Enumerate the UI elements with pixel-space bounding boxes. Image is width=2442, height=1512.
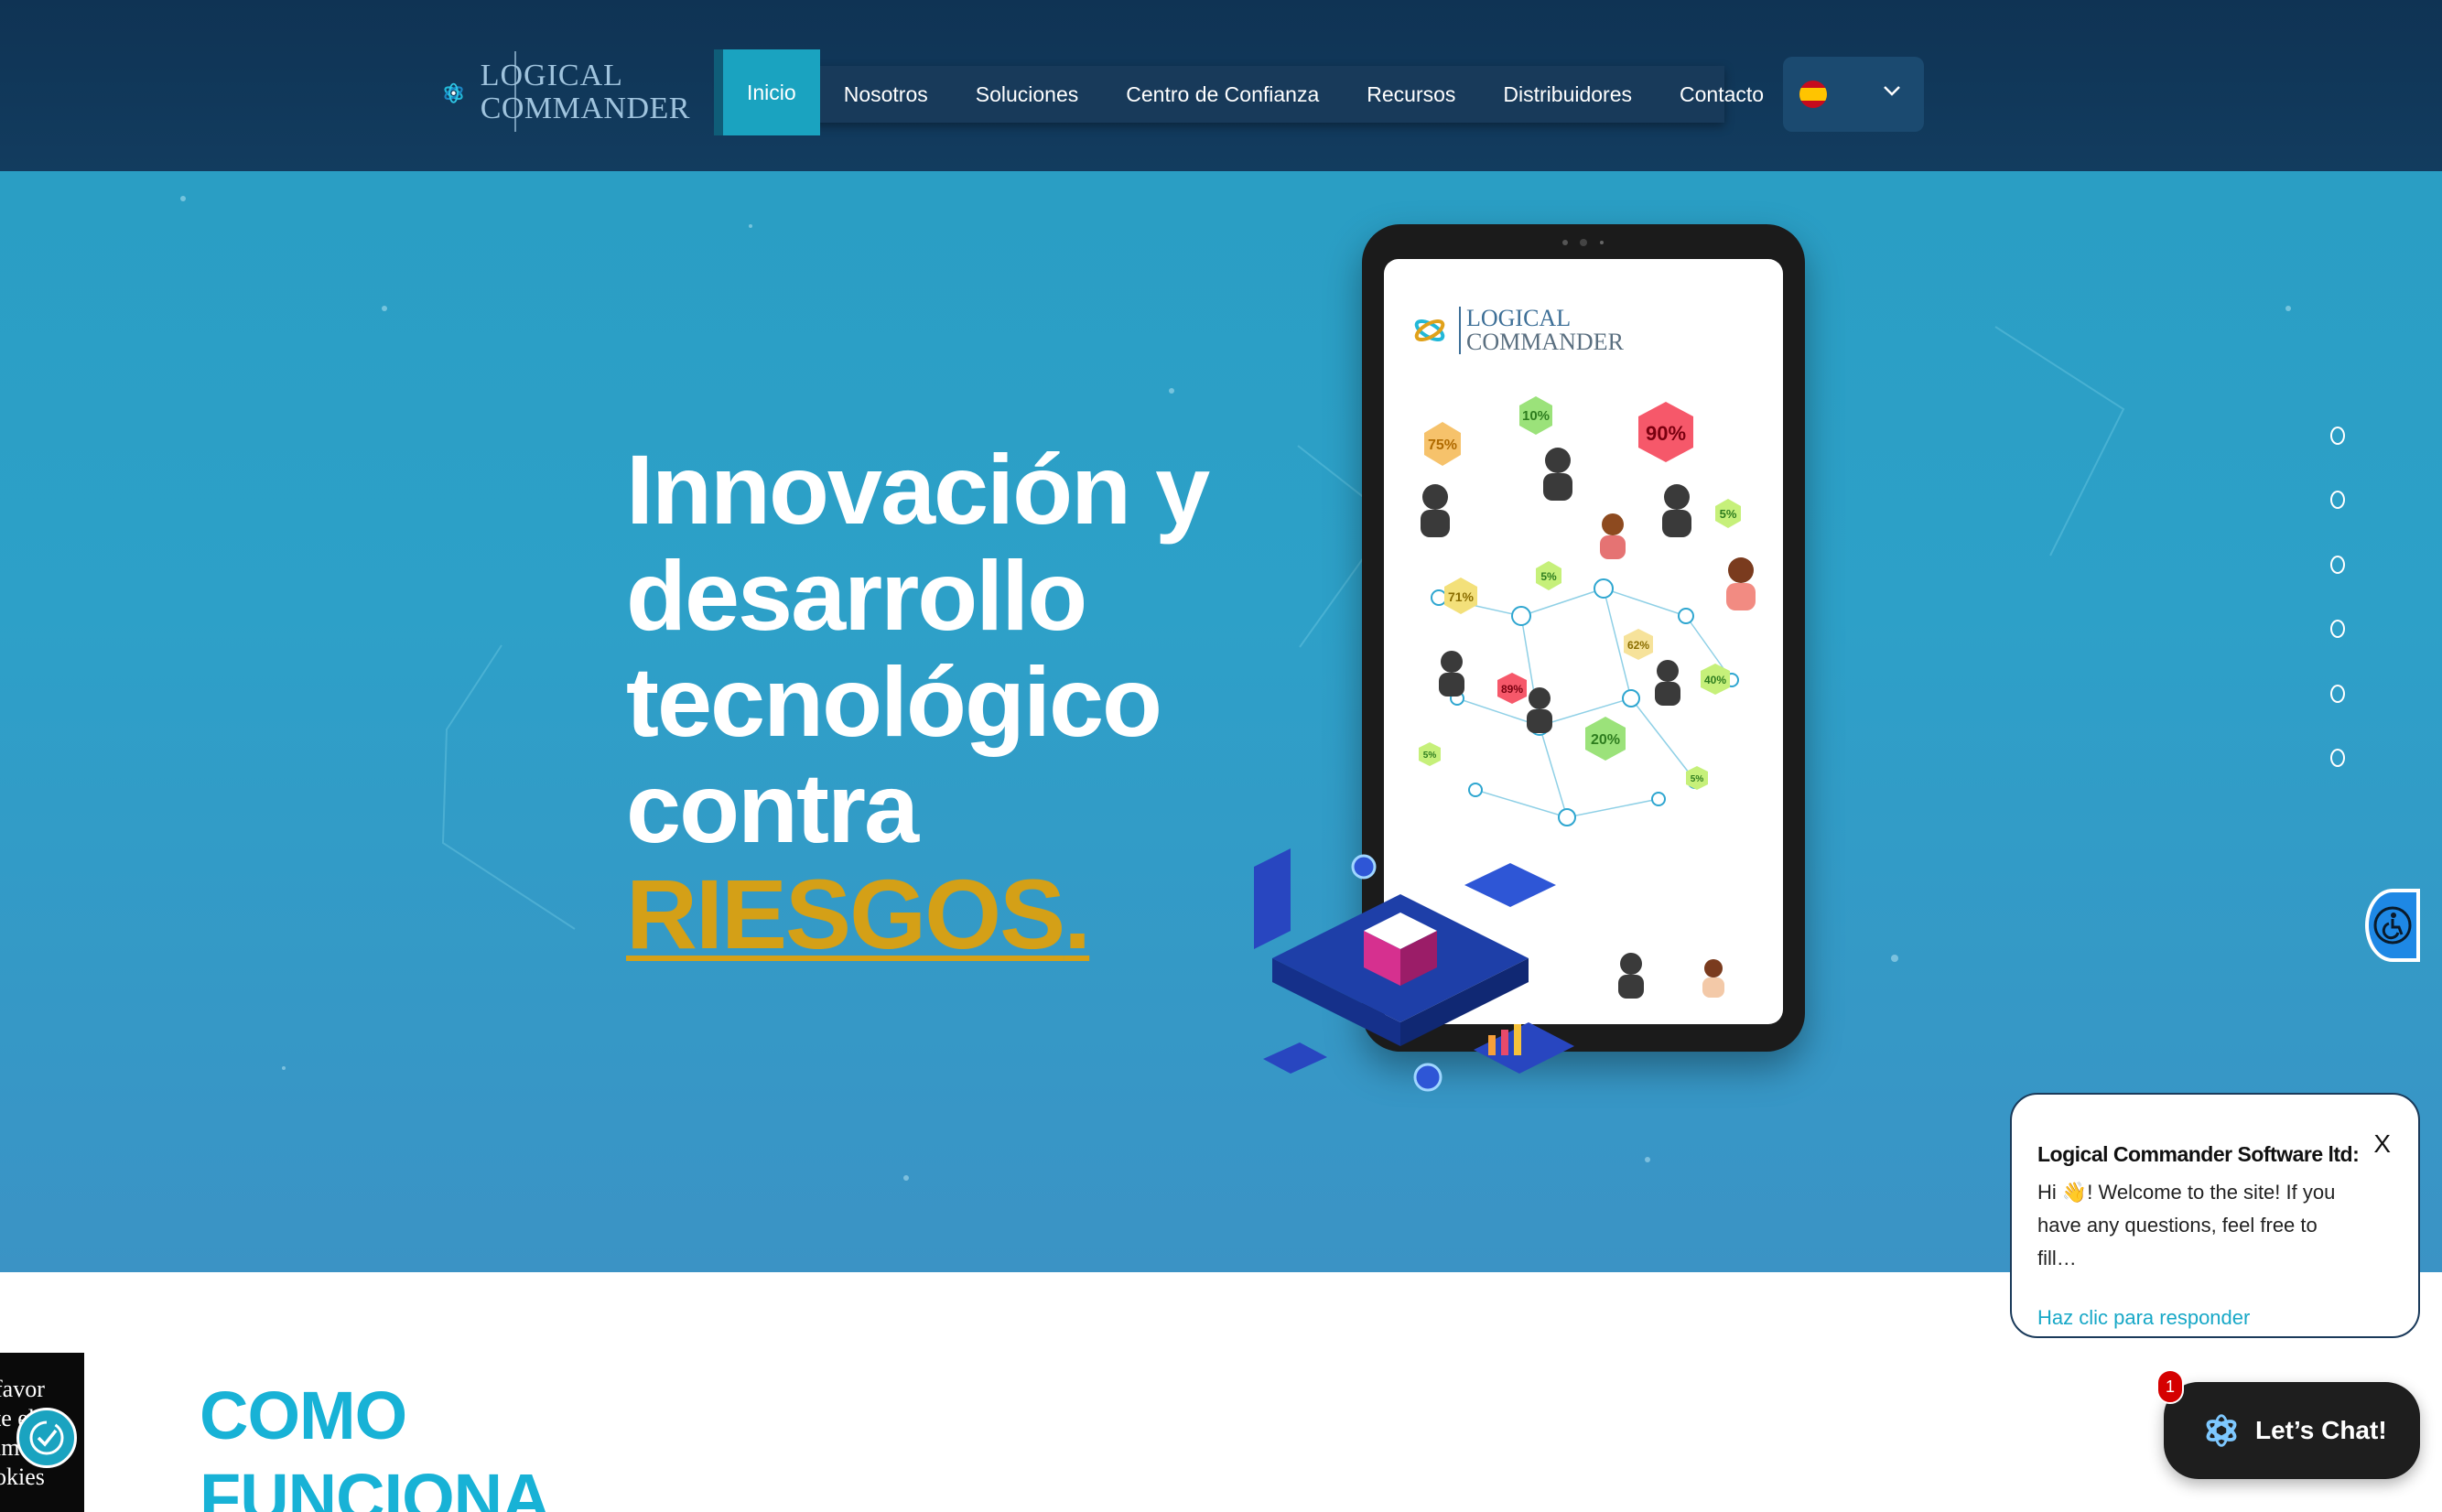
hero-title-line-2: desarrollo (626, 540, 1087, 651)
chat-sender: Logical Commander Software ltd: (2037, 1142, 2360, 1166)
lets-chat-button[interactable]: 1 Let’s Chat! (2156, 1369, 2420, 1479)
main-nav: Inicio Nosotros Soluciones Centro de Con… (714, 49, 1764, 135)
logo[interactable]: LOGICAL COMMANDER (443, 42, 690, 143)
language-selector[interactable] (1783, 57, 1924, 132)
chat-popup[interactable]: X Logical Commander Software ltd: Hi 👋! … (2010, 1093, 2420, 1338)
section-heading: COMO FUNCIONA (200, 1375, 551, 1512)
chat-atom-icon (2206, 1414, 2237, 1447)
hero-highlight-dot: . (1064, 859, 1091, 969)
pct-label-9: 5% (1423, 751, 1437, 761)
hero-highlight: RIESGOS. (626, 859, 1091, 969)
pct-label-4: 71% (1448, 589, 1475, 604)
pct-label-11: 5% (1691, 774, 1704, 784)
tablet-logo-line2: COMMANDER (1466, 329, 1624, 355)
slider-dot-4[interactable] (2330, 620, 2345, 638)
pct-label-5: 5% (1540, 570, 1557, 583)
hero-title-line-1: Innovación y (626, 434, 1210, 545)
slider-dot-1[interactable] (2330, 427, 2345, 445)
site-header: LOGICAL COMMANDER Inicio Nosotros Soluci… (0, 0, 2442, 171)
slider-dot-6[interactable] (2330, 749, 2345, 767)
cookie-line-1: favor (0, 1376, 45, 1402)
cookie-settings-button[interactable] (16, 1408, 77, 1468)
nav-item-centro-de-confianza[interactable]: Centro de Confianza (1102, 66, 1343, 123)
logo-wordmark: LOGICAL COMMANDER (481, 60, 690, 124)
chat-popup-close-button[interactable]: X (2373, 1131, 2391, 1157)
chat-reply-link[interactable]: Haz clic para responder (2037, 1306, 2393, 1330)
slider-dot-5[interactable] (2330, 685, 2345, 703)
logo-line1: LOGICAL (480, 59, 623, 92)
accessibility-icon (2373, 906, 2412, 945)
nav-item-nosotros[interactable]: Nosotros (820, 66, 952, 123)
tablet-logo-line1: LOGICAL (1466, 305, 1572, 331)
nav-item-distribuidores[interactable]: Distribuidores (1479, 66, 1656, 123)
cookie-line-4: okies (0, 1463, 45, 1490)
chat-notification-badge: 1 (2156, 1369, 2184, 1404)
tablet-atom-icon (1414, 319, 1445, 342)
spain-flag-icon (1799, 81, 1827, 108)
chat-message: Hi 👋! Welcome to the site! If you have a… (2037, 1181, 2336, 1269)
tablet-camera (1562, 239, 1604, 246)
tablet-logo: LOGICAL COMMANDER (1413, 307, 1624, 354)
slider-dot-3[interactable] (2330, 556, 2345, 574)
pct-label-3: 5% (1720, 507, 1737, 521)
logo-divider (514, 51, 516, 132)
atom-logo-icon (444, 82, 463, 103)
nav-item-recursos[interactable]: Recursos (1343, 66, 1479, 123)
accessibility-button[interactable] (2365, 889, 2420, 962)
pct-label-0: 75% (1428, 437, 1457, 453)
pct-label-7: 89% (1501, 683, 1523, 696)
hero-title-line-4: contra (626, 752, 919, 863)
cookie-banner: favor te el im okies (0, 1353, 84, 1512)
pct-label-8: 40% (1704, 674, 1726, 686)
nav-item-inicio[interactable]: Inicio (714, 49, 820, 135)
isometric-tech-illustration (1254, 848, 1574, 1092)
pct-label-2: 90% (1646, 422, 1686, 445)
hero-highlight-word: RIESGOS (626, 859, 1065, 969)
hero-title-line-3: tecnológico (626, 646, 1162, 757)
hero-title: Innovación y desarrollo tecnológico cont… (626, 437, 1267, 967)
pct-label-1: 10% (1522, 408, 1550, 424)
pct-label-6: 62% (1627, 639, 1649, 652)
section-heading-line-2: FUNCIONA (200, 1460, 551, 1512)
chevron-down-icon (1884, 86, 1900, 96)
section-heading-line-1: COMO (200, 1377, 407, 1453)
nav-item-contacto[interactable]: Contacto (1656, 66, 1788, 123)
pct-label-10: 20% (1591, 732, 1620, 748)
slider-dot-2[interactable] (2330, 491, 2345, 509)
nav-item-soluciones[interactable]: Soluciones (952, 66, 1103, 123)
cookie-check-icon (29, 1420, 64, 1455)
lets-chat-label: Let’s Chat! (2255, 1416, 2387, 1444)
logo-line2: COMMANDER (480, 92, 690, 125)
